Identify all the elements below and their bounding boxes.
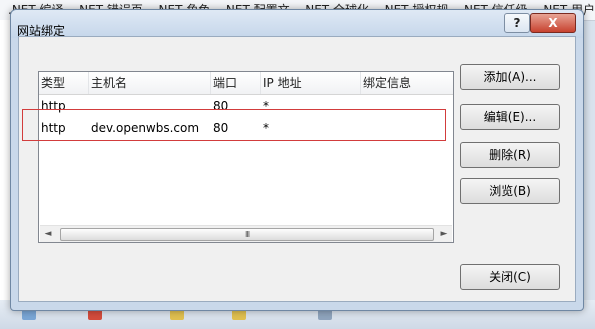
scroll-thumb[interactable]: III xyxy=(60,228,434,241)
window-close-button[interactable]: X xyxy=(530,13,576,33)
edit-button[interactable]: 编辑(E)... xyxy=(460,104,560,130)
scroll-left-arrow-icon[interactable]: ◄ xyxy=(40,226,56,242)
column-header-type[interactable]: 类型 xyxy=(39,72,89,94)
scroll-grip-icon: III xyxy=(245,230,250,239)
list-header: 类型 主机名 端口 IP 地址 绑定信息 xyxy=(39,72,453,95)
scroll-right-arrow-icon[interactable]: ► xyxy=(436,226,452,242)
horizontal-scrollbar[interactable]: ◄ III ► xyxy=(40,225,452,242)
bindings-list[interactable]: 类型 主机名 端口 IP 地址 绑定信息 http 80 * http dev.… xyxy=(38,71,454,243)
column-header-port[interactable]: 端口 xyxy=(211,72,261,94)
titlebar[interactable]: 网站绑定 ? X xyxy=(11,10,583,38)
highlight-annotation xyxy=(22,109,446,141)
column-header-host[interactable]: 主机名 xyxy=(89,72,211,94)
background-left-panel xyxy=(0,20,10,329)
site-bindings-dialog: 网站绑定 ? X 类型 主机名 端口 IP 地址 绑定信息 http 80 * … xyxy=(10,9,584,311)
column-header-ip[interactable]: IP 地址 xyxy=(261,72,361,94)
add-button[interactable]: 添加(A)... xyxy=(460,64,560,90)
column-header-binding-info[interactable]: 绑定信息 xyxy=(361,72,453,94)
browse-button[interactable]: 浏览(B) xyxy=(460,178,560,204)
help-button[interactable]: ? xyxy=(504,13,530,33)
dialog-client-area: 类型 主机名 端口 IP 地址 绑定信息 http 80 * http dev.… xyxy=(18,36,576,302)
remove-button[interactable]: 删除(R) xyxy=(460,142,560,168)
close-button[interactable]: 关闭(C) xyxy=(460,264,560,290)
